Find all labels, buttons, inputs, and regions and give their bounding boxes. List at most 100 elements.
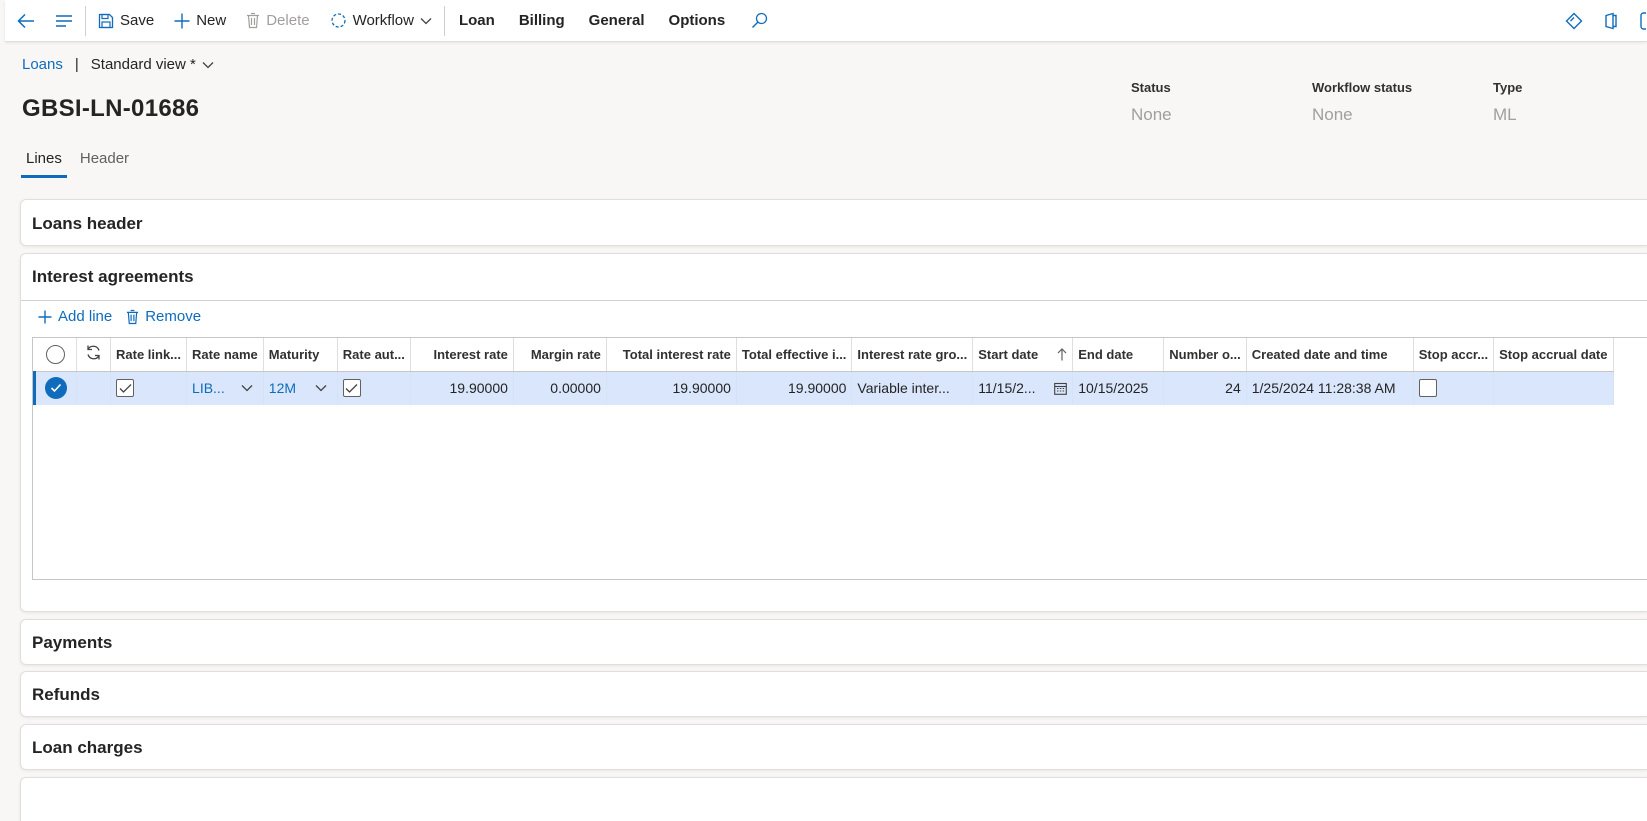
rate-auto-checkbox[interactable] <box>342 379 361 398</box>
workflow-icon <box>330 13 346 28</box>
grid-table: Rate link... Rate name Maturity Rate aut… <box>33 338 1615 405</box>
office-button[interactable] <box>1593 0 1629 42</box>
save-button[interactable]: Save <box>88 0 164 42</box>
interest-rate-group-cell[interactable]: Variable inter... <box>851 371 974 405</box>
column-header-margin-rate[interactable]: Margin rate <box>513 338 607 372</box>
breadcrumb: Loans | Standard view * <box>22 56 214 73</box>
start-date-value: 11/15/2... <box>978 380 1036 397</box>
chevron-down-icon <box>315 385 327 392</box>
toolbar-separator <box>443 5 445 36</box>
rate-name-value: LIB... <box>192 380 225 397</box>
loan-menu[interactable]: Loan <box>447 0 507 42</box>
rate-linked-cell[interactable] <box>110 371 188 405</box>
workflow-button[interactable]: Workflow <box>320 0 442 42</box>
back-button[interactable] <box>5 0 45 42</box>
rate-linked-checkbox[interactable] <box>116 379 134 398</box>
column-header-start-date[interactable]: Start date <box>972 338 1074 372</box>
interest-rate-cell[interactable]: 19.90000 <box>410 371 514 405</box>
view-selector-label: Standard view * <box>90 56 196 73</box>
stop-accrual-cell[interactable] <box>1413 371 1495 405</box>
stop-accrual-checkbox[interactable] <box>1418 379 1437 398</box>
grid-header-row: Rate link... Rate name Maturity Rate aut… <box>34 338 1615 372</box>
general-menu[interactable]: General <box>577 0 657 42</box>
refunds-title[interactable]: Refunds <box>32 685 100 705</box>
summary-status: Status None <box>1131 80 1172 125</box>
search-button[interactable] <box>741 0 778 42</box>
new-button[interactable]: New <box>164 0 236 42</box>
column-header-rate-name[interactable]: Rate name <box>186 338 264 372</box>
start-date-picker: 11/15/2... <box>978 380 1068 397</box>
breadcrumb-separator: | <box>74 56 79 73</box>
delete-button[interactable]: Delete <box>236 0 319 42</box>
new-label: New <box>196 12 227 29</box>
table-row[interactable]: LIB... 12M 19.90000 0.00000 19.90000 19.… <box>33 371 1615 405</box>
total-effective-cell[interactable]: 19.90000 <box>736 371 853 405</box>
attachments-button[interactable] <box>1629 0 1647 42</box>
tab-lines[interactable]: Lines <box>21 146 67 178</box>
office-icon <box>1605 12 1617 30</box>
rate-auto-cell[interactable] <box>337 371 411 405</box>
row-selected-check-icon <box>45 377 67 400</box>
loan-charges-title[interactable]: Loan charges <box>32 738 143 758</box>
column-header-interest-rate-group[interactable]: Interest rate gro... <box>851 338 974 372</box>
delete-label: Delete <box>266 12 310 29</box>
save-icon <box>98 13 114 28</box>
loans-header-title[interactable]: Loans header <box>32 214 143 234</box>
refresh-icon <box>87 345 100 360</box>
column-header-stop-accrual-date[interactable]: Stop accrual date <box>1493 338 1615 372</box>
maturity-value: 12M <box>268 380 297 397</box>
column-header-number[interactable]: Number o... <box>1163 338 1247 372</box>
remove-button[interactable]: Remove <box>126 308 201 325</box>
breadcrumb-loans-link[interactable]: Loans <box>22 56 63 73</box>
column-header-rate-linked[interactable]: Rate link... <box>110 338 188 372</box>
stop-accrual-date-cell[interactable] <box>1493 371 1615 405</box>
column-header-interest-rate[interactable]: Interest rate <box>410 338 514 372</box>
checkmark-icon <box>345 383 358 393</box>
section-divider <box>21 300 1647 301</box>
tab-header[interactable]: Header <box>75 146 134 178</box>
toolbar-right-group <box>1555 0 1647 42</box>
loan-charges-section: Loan charges <box>20 724 1647 770</box>
maturity-lookup: 12M <box>269 380 332 396</box>
start-date-header-content: Start date <box>978 347 1067 362</box>
interest-agreements-title[interactable]: Interest agreements <box>32 267 194 287</box>
rate-name-cell[interactable]: LIB... <box>186 371 264 405</box>
row-select-radio[interactable] <box>33 371 77 405</box>
refresh-column-button[interactable] <box>76 338 111 372</box>
action-pane: Save New Delete Workflow Loan Billing Ge… <box>5 0 1647 42</box>
column-header-total-effective[interactable]: Total effective i... <box>736 338 853 372</box>
column-header-end-date[interactable]: End date <box>1072 338 1165 372</box>
payments-title[interactable]: Payments <box>32 633 112 653</box>
end-date-cell[interactable]: 10/15/2025 <box>1072 371 1165 405</box>
calendar-icon[interactable] <box>1054 382 1068 395</box>
trash-icon <box>127 309 139 324</box>
workflow-status-value: None <box>1312 105 1353 124</box>
column-header-created[interactable]: Created date and time <box>1246 338 1414 372</box>
back-arrow-icon <box>17 13 34 28</box>
summary-type: Type ML <box>1493 80 1522 125</box>
power-apps-diamond-icon <box>1565 12 1583 30</box>
billing-menu[interactable]: Billing <box>507 0 577 42</box>
navigation-menu-button[interactable] <box>45 0 83 42</box>
start-date-header-label: Start date <box>978 346 1039 362</box>
status-label: Status <box>1131 80 1171 95</box>
chevron-down-icon <box>202 61 214 68</box>
options-menu[interactable]: Options <box>657 0 738 42</box>
power-apps-button[interactable] <box>1555 0 1593 42</box>
maturity-cell[interactable]: 12M <box>263 371 338 405</box>
hamburger-icon <box>56 14 72 27</box>
column-header-total-interest-rate[interactable]: Total interest rate <box>606 338 737 372</box>
column-header-rate-auto[interactable]: Rate aut... <box>337 338 411 372</box>
column-header-maturity[interactable]: Maturity <box>263 338 338 372</box>
total-interest-rate-cell[interactable]: 19.90000 <box>606 371 737 405</box>
save-label: Save <box>120 12 155 29</box>
select-all-radio[interactable] <box>34 338 77 372</box>
interest-agreements-section: Interest agreements Add line Remove Rate <box>20 253 1647 612</box>
margin-rate-cell[interactable]: 0.00000 <box>513 371 607 405</box>
start-date-cell[interactable]: 11/15/2... <box>972 371 1074 405</box>
number-cell[interactable]: 24 <box>1163 371 1247 405</box>
plus-icon <box>38 310 52 323</box>
view-selector[interactable]: Standard view * <box>91 56 214 73</box>
column-header-stop-accrual[interactable]: Stop accr... <box>1413 338 1495 372</box>
add-line-button[interactable]: Add line <box>38 308 112 325</box>
